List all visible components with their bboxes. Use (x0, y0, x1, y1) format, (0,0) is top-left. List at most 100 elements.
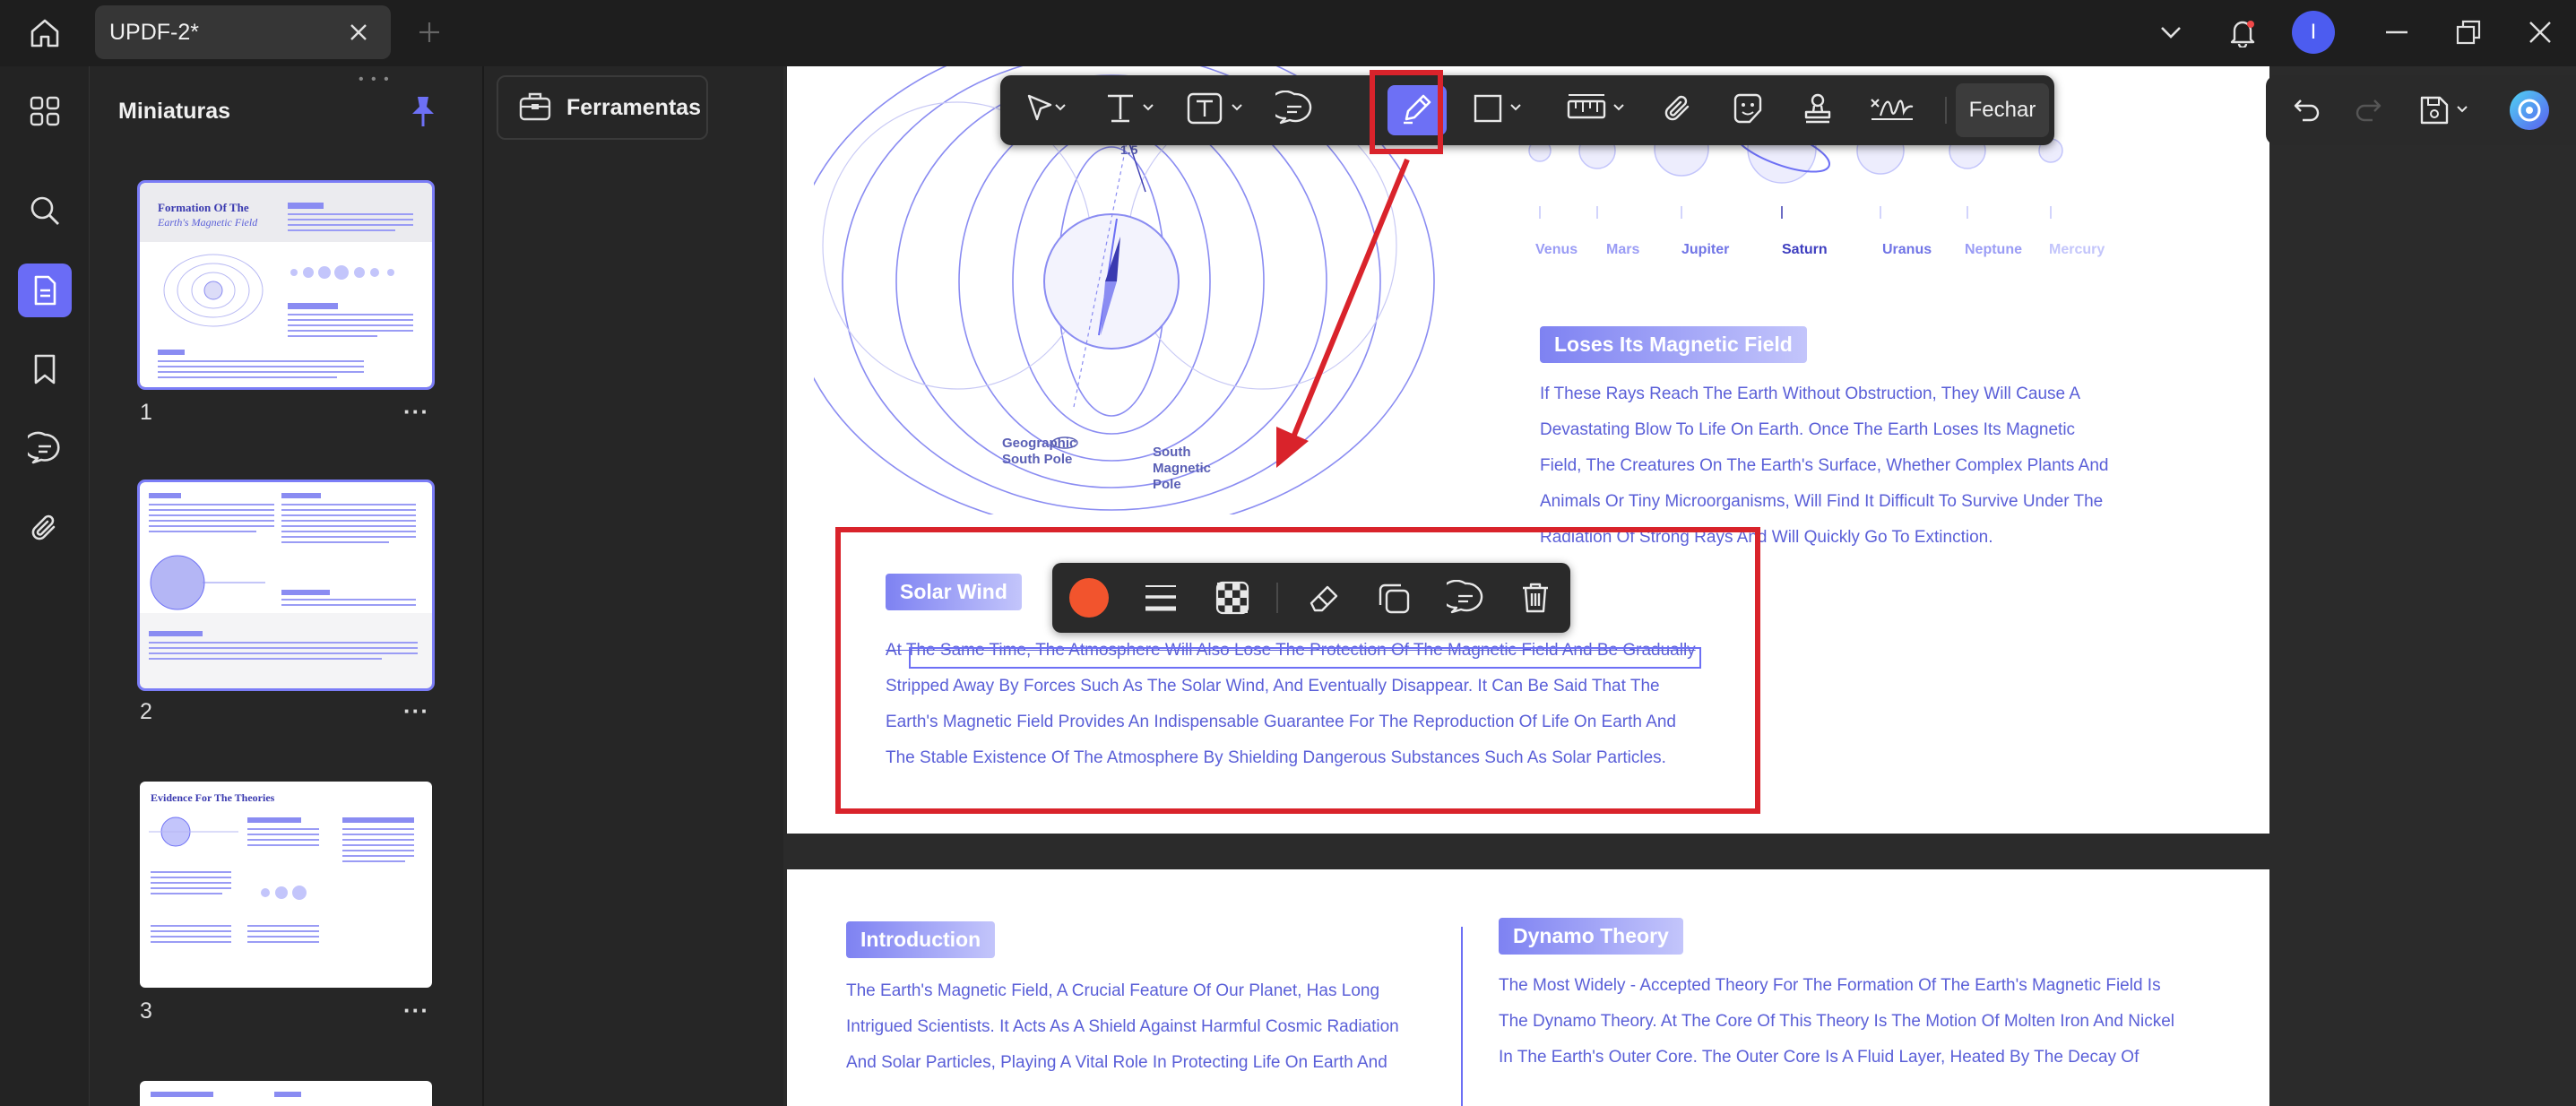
page-thumbnail-1-preview: Formation Of The Earth's Magnetic Field (140, 183, 432, 378)
page-thumbnail-3-preview: Evidence For The Theories (149, 791, 414, 943)
south-magnetic-pole-label: South Magnetic Pole (1153, 445, 1212, 492)
rectangle-shape-icon (1472, 91, 1529, 131)
paperclip-icon (1660, 91, 1696, 131)
page-thumbnail-2[interactable] (137, 480, 435, 691)
chevron-down-icon[interactable] (2151, 13, 2191, 52)
thumbnail-1-number: 1 (140, 400, 152, 425)
para-line: Intrigued Scientists. It Acts As A Shiel… (846, 1017, 1399, 1036)
para-line: The Earth's Magnetic Field, A Crucial Fe… (846, 981, 1380, 1000)
para-line: Devastating Blow To Life On Earth. Once … (1540, 420, 2076, 439)
para-line: If These Rays Reach The Earth Without Ob… (1540, 385, 2080, 403)
minimize-icon[interactable] (2377, 13, 2416, 52)
thumbnails-page-icon[interactable] (18, 264, 72, 317)
para-line: The Most Widely - Accepted Theory For Th… (1499, 976, 2161, 995)
highlight-box-pencil-tool (1370, 70, 1443, 154)
para-line: Animals Or Tiny Microorganisms, Will Fin… (1540, 492, 2104, 511)
page-thumbnail-2-preview (140, 482, 432, 688)
planet-label-jupiter: Jupiter (1681, 242, 1730, 257)
planet-label-saturn: Saturn (1782, 242, 1828, 257)
page-thumbnail-4-preview (151, 1092, 301, 1097)
para-line: The Dynamo Theory. At The Core Of This T… (1499, 1012, 2175, 1031)
dynamo-theory-heading: Dynamo Theory (1499, 918, 1683, 955)
signature-icon (1868, 91, 1916, 131)
restore-icon[interactable] (2449, 13, 2488, 52)
shape-tool-button[interactable] (1465, 85, 1536, 135)
text-tool-button[interactable] (1097, 85, 1169, 135)
thumbnail-3-more-options[interactable]: ··· (403, 997, 429, 1024)
para-line: In The Earth's Outer Core. The Outer Cor… (1499, 1048, 2139, 1067)
loses-magnetic-field-heading: Loses Its Magnetic Field (1540, 326, 1807, 363)
tools-button[interactable]: Ferramentas (497, 75, 708, 140)
select-tool-button[interactable] (1013, 85, 1079, 135)
highlight-box-annotated-region (835, 527, 1760, 814)
text-format-icon (1104, 91, 1162, 131)
document-tab[interactable]: UPDF-2* (95, 5, 391, 59)
planet-label-mercury: Mercury (2049, 242, 2105, 257)
stamp-icon (1800, 91, 1836, 131)
thumbnail-panel: • • • Miniaturas Formation Of The Earth'… (90, 66, 482, 1106)
pin-icon[interactable] (405, 93, 441, 129)
pdf-page-2: Introduction The Earth's Magnetic Field,… (787, 869, 2269, 1106)
thumbnail-2-number: 2 (140, 699, 152, 724)
page-thumbnail-1[interactable]: Formation Of The Earth's Magnetic Field (137, 180, 435, 390)
attach-file-button[interactable] (1651, 85, 1705, 135)
tab-title: UPDF-2* (109, 19, 200, 45)
undo-icon[interactable] (2282, 85, 2332, 135)
tools-panel: Ferramentas (482, 66, 783, 1106)
dynamo-theory-paragraph: The Most Widely - Accepted Theory For Th… (1499, 968, 2174, 1076)
thumb1-heading2: Earth's Magnetic Field (157, 216, 258, 229)
bookmark-icon[interactable] (18, 342, 72, 396)
notification-bell-icon[interactable] (2223, 13, 2262, 52)
thumbnails-title: Miniaturas (118, 99, 231, 124)
page-thumbnail-4[interactable] (140, 1081, 432, 1106)
left-rail (0, 66, 90, 1106)
geographic-south-pole-label: Geographic South Pole (1002, 436, 1077, 467)
toolbox-icon (518, 90, 552, 126)
para-line: Field, The Creatures On The Earth's Surf… (1540, 456, 2109, 475)
sticker-button[interactable] (1721, 85, 1775, 135)
apps-grid-icon[interactable] (18, 84, 72, 138)
thumbnail-1-more-options[interactable]: ··· (403, 398, 429, 426)
close-window-icon[interactable] (2520, 13, 2560, 52)
new-tab-plus-icon[interactable] (414, 14, 445, 50)
planet-label-uranus: Uranus (1882, 242, 1932, 257)
ai-assistant-icon[interactable] (2503, 85, 2556, 135)
user-avatar[interactable]: I (2292, 11, 2335, 54)
stamp-button[interactable] (1791, 85, 1845, 135)
comments-icon[interactable] (18, 421, 72, 475)
close-annotation-toolbar-button[interactable]: Fechar (1956, 83, 2049, 137)
thumb3-heading: Evidence For The Theories (151, 791, 275, 804)
text-box-tool-button[interactable] (1180, 85, 1255, 135)
planet-label-neptune: Neptune (1965, 242, 2022, 257)
introduction-paragraph: The Earth's Magnetic Field, A Crucial Fe… (846, 973, 1399, 1081)
attachment-icon[interactable] (18, 501, 72, 555)
updf-app-window: UPDF-2* I • • • Miniaturas Formation Of … (0, 0, 2576, 1106)
comment-bubble-icon (1268, 90, 1313, 131)
comment-tool-button[interactable] (1267, 85, 1321, 135)
toolbar-separator (1945, 97, 1947, 124)
tools-label: Ferramentas (566, 94, 702, 120)
planet-label-mars: Mars (1606, 242, 1640, 257)
thumbnail-3-number: 3 (140, 998, 152, 1024)
save-icon[interactable] (2411, 85, 2483, 135)
thumbnail-2-more-options[interactable]: ··· (403, 697, 429, 725)
redo-icon[interactable] (2343, 85, 2393, 135)
column-divider (1461, 927, 1463, 1106)
title-bar: UPDF-2* I (0, 0, 2576, 66)
text-box-icon (1186, 91, 1249, 131)
panel-drag-handle[interactable]: • • • (359, 72, 391, 88)
thumb1-heading: Formation Of The (158, 201, 249, 214)
search-icon[interactable] (18, 184, 72, 238)
measure-tool-button[interactable] (1560, 85, 1635, 135)
home-icon[interactable] (23, 14, 66, 52)
page-thumbnail-3[interactable]: Evidence For The Theories (140, 782, 432, 988)
cursor-arrow-icon (1024, 91, 1068, 131)
annotation-toolbar: Fechar (1000, 75, 2054, 145)
introduction-heading: Introduction (846, 921, 996, 958)
document-actions-toolbar (2266, 75, 2576, 145)
close-tab-icon[interactable] (346, 20, 371, 45)
signature-button[interactable] (1861, 85, 1923, 135)
planet-label-venus: Venus (1535, 242, 1578, 257)
para-line: And Solar Particles, Playing A Vital Rol… (846, 1053, 1387, 1072)
sticker-icon (1730, 91, 1766, 131)
